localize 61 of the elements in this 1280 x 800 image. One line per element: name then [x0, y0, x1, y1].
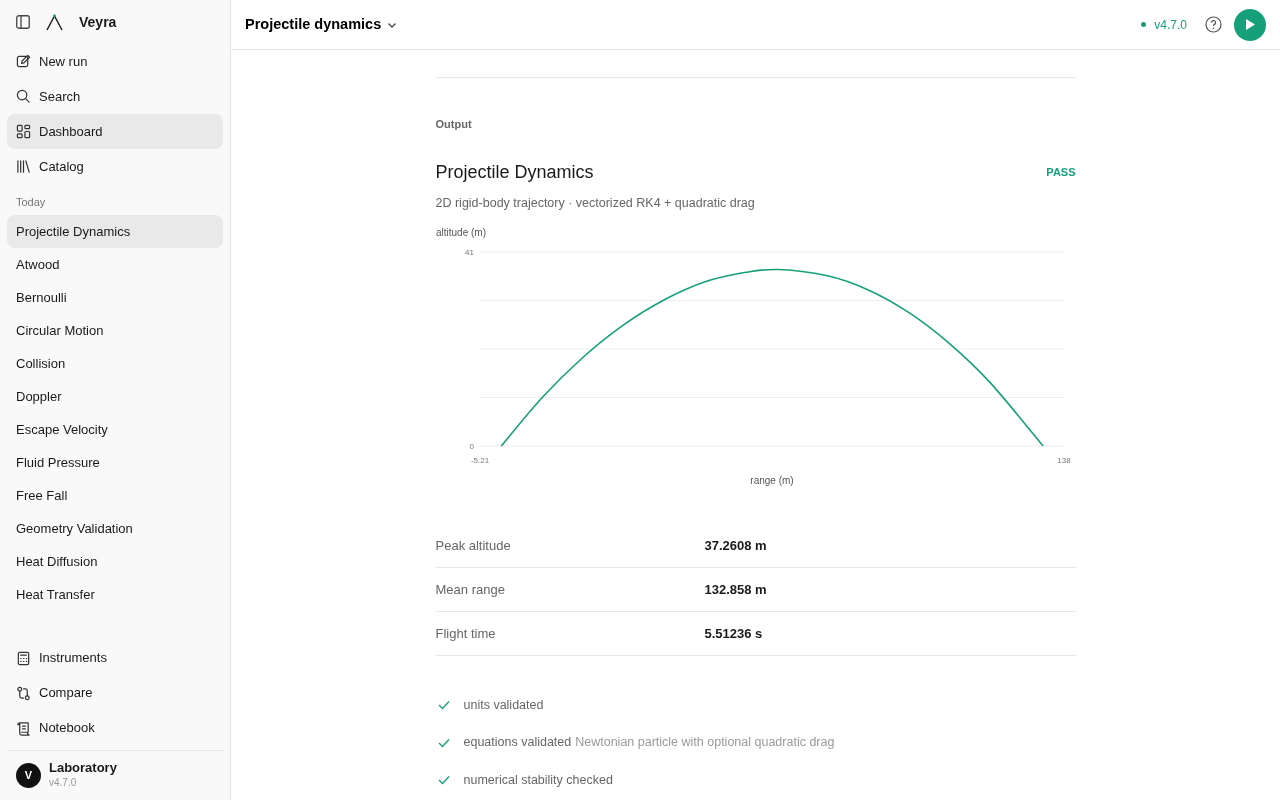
metric-label: Flight time [435, 625, 497, 643]
history-item[interactable]: Escape Velocity [7, 412, 223, 446]
nav-item[interactable]: Compare [7, 675, 223, 711]
run-button[interactable] [1234, 8, 1266, 41]
metric-label: Mean range [435, 581, 506, 599]
history-item[interactable]: Fluid Pressure [7, 445, 223, 479]
history-item[interactable]: Heat Diffusion [7, 544, 223, 578]
nav-item[interactable]: New run [7, 44, 223, 79]
section-heading: Today [15, 195, 47, 210]
version-label: v4.7.0 [49, 776, 78, 790]
help-icon [1205, 16, 1222, 33]
check-label: equations validated [463, 734, 572, 752]
check-label: units validated [463, 696, 544, 714]
nav-item[interactable]: Notebook [7, 710, 223, 746]
grid-icon [16, 124, 31, 139]
history-item[interactable]: Doppler [7, 379, 223, 413]
nav-item[interactable]: Search [7, 79, 223, 114]
help-button[interactable] [1205, 16, 1222, 33]
output-subtitle: 2D rigid-body trajectory · vectorized RK4 + quadratic drag [435, 194, 756, 212]
history-item[interactable]: Heat Transfer [7, 577, 223, 611]
title-dropdown[interactable]: Projectile dynamics [245, 13, 398, 36]
history-item[interactable]: Bernoulli [7, 280, 223, 314]
output-title: Projectile Dynamics [435, 160, 594, 184]
history-item[interactable]: Collision [7, 346, 223, 380]
check-detail: Newtonian particle with optional quadratic drag [575, 734, 835, 752]
x-tick-label: 138 [1056, 456, 1071, 466]
history-item[interactable]: Projectile Dynamics [7, 214, 223, 248]
history-item[interactable]: Geometry Validation [7, 511, 223, 545]
status-dot [1141, 22, 1147, 27]
history-item[interactable]: Circular Motion [7, 313, 223, 347]
user-profile[interactable]: V Laboratory v4.7.0 [7, 749, 223, 800]
history-item[interactable]: Atwood [7, 247, 223, 281]
metric-value: 5.51236 s [704, 625, 763, 643]
section-label: Output [435, 117, 473, 132]
y-axis-label: altitude (m) [435, 227, 486, 239]
search-icon [16, 89, 31, 104]
nav-item[interactable]: Catalog [7, 149, 223, 184]
user-name: Laboratory [49, 760, 117, 775]
x-tick-label: -5.21 [470, 456, 489, 466]
version-label: v4.7.0 [1154, 16, 1187, 34]
brand-name: Veyra [79, 12, 117, 32]
scroll-icon [16, 720, 31, 736]
y-tick-label: 41 [464, 248, 474, 258]
metric-value: 132.858 m [704, 581, 767, 599]
sidebar-toggle-icon[interactable] [16, 15, 30, 29]
metric-label: Peak altitude [435, 537, 512, 555]
books-icon [16, 159, 31, 174]
y-tick-label: 0 [469, 442, 474, 452]
calculator-icon [16, 650, 31, 666]
avatar: V [16, 762, 41, 788]
branch-icon [16, 685, 31, 701]
nav-item[interactable]: Instruments [7, 640, 223, 676]
check-label: numerical stability checked [463, 771, 613, 789]
nav-item[interactable]: Dashboard [7, 114, 223, 149]
history-item[interactable]: Free Fall [7, 478, 223, 512]
metric-value: 37.2608 m [704, 537, 767, 555]
status-label: PASS [1046, 164, 1076, 180]
edit-icon [16, 54, 31, 69]
x-axis-label: range (m) [749, 475, 794, 487]
play-icon [1244, 18, 1256, 31]
logo-icon [46, 13, 63, 31]
